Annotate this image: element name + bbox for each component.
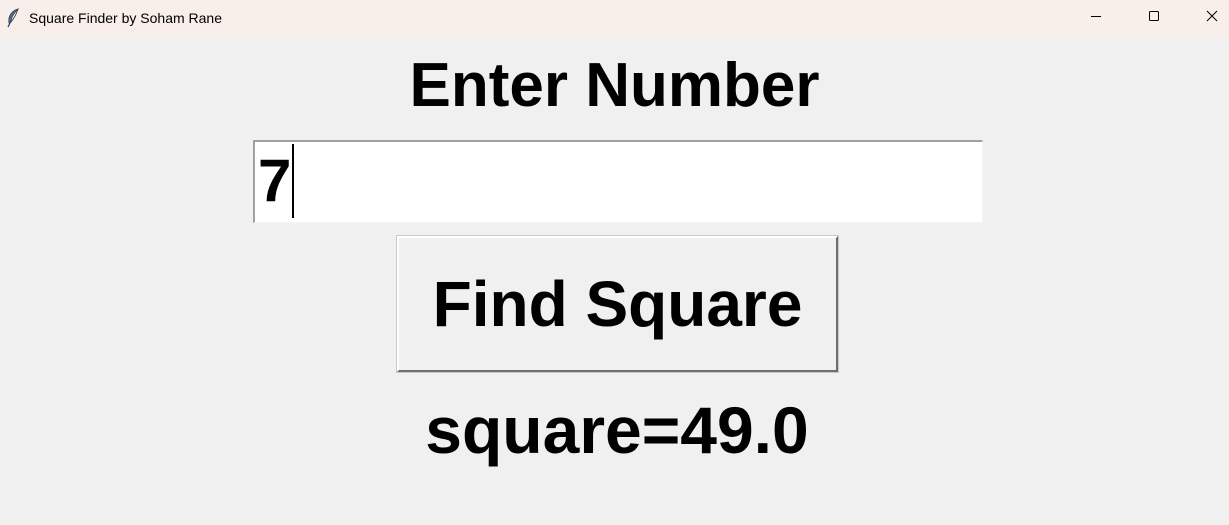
number-input[interactable]: 7 bbox=[253, 140, 983, 223]
result-label: square=49.0 bbox=[425, 393, 809, 467]
minimize-button[interactable] bbox=[1073, 0, 1119, 36]
minimize-icon bbox=[1090, 9, 1102, 27]
close-button[interactable] bbox=[1189, 0, 1229, 36]
feather-icon bbox=[5, 8, 21, 28]
app-window: Square Finder by Soham Rane Enter Number… bbox=[0, 0, 1229, 525]
title-bar[interactable]: Square Finder by Soham Rane bbox=[0, 0, 1229, 37]
find-square-button[interactable]: Find Square bbox=[396, 235, 839, 373]
text-caret bbox=[292, 144, 295, 218]
number-input-value: 7 bbox=[258, 147, 292, 214]
window-title: Square Finder by Soham Rane bbox=[29, 10, 222, 26]
maximize-icon bbox=[1148, 9, 1160, 27]
maximize-button[interactable] bbox=[1131, 0, 1177, 36]
enter-number-label: Enter Number bbox=[409, 51, 820, 120]
close-icon bbox=[1206, 9, 1218, 27]
